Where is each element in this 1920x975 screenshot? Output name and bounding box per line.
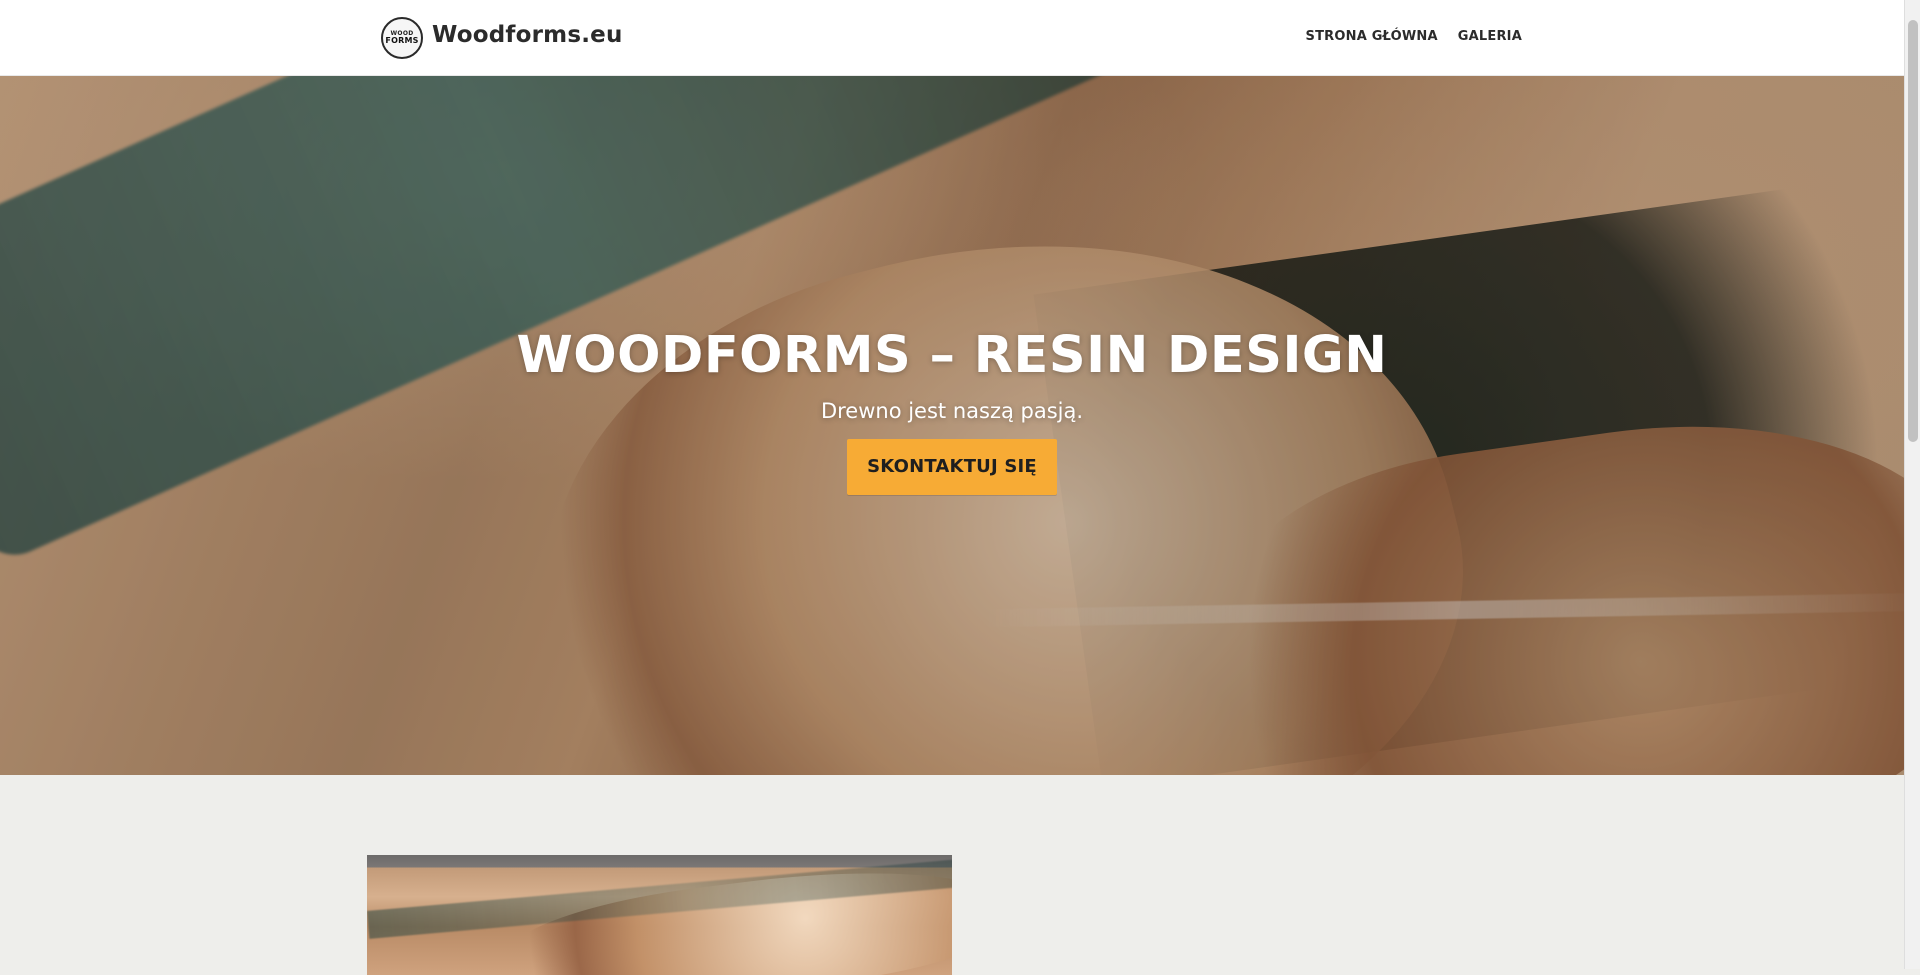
logo-bottom-text: FORMS [385,36,419,45]
hero-title: WOODFORMS – RESIN DESIGN [516,326,1388,385]
contact-button[interactable]: SKONTAKTUJ SIĘ [847,439,1057,496]
main-navigation: STRONA GŁÓWNA GALERIA [1306,29,1522,44]
hero-subtitle: Drewno jest naszą pasją. [820,399,1084,424]
logo-text: WOOD FORMS [385,31,418,45]
site-header: WOOD FORMS Woodforms.eu STRONA GŁÓWNA GA… [0,0,1904,76]
hero-content: WOODFORMS – RESIN DESIGN Drewno jest nas… [0,326,1904,496]
nav-link-home[interactable]: STRONA GŁÓWNA [1306,29,1438,44]
site-brand[interactable]: Woodforms.eu [432,22,623,48]
hero-section: WOODFORMS – RESIN DESIGN Drewno jest nas… [0,76,1904,775]
scrollbar-thumb[interactable] [1908,20,1918,442]
logo-icon[interactable]: WOOD FORMS [381,17,423,59]
page-scrollbar[interactable] [1904,0,1920,969]
content-section [0,775,1904,975]
nav-link-gallery[interactable]: GALERIA [1458,29,1522,44]
resin-table-preview-image [367,855,952,975]
